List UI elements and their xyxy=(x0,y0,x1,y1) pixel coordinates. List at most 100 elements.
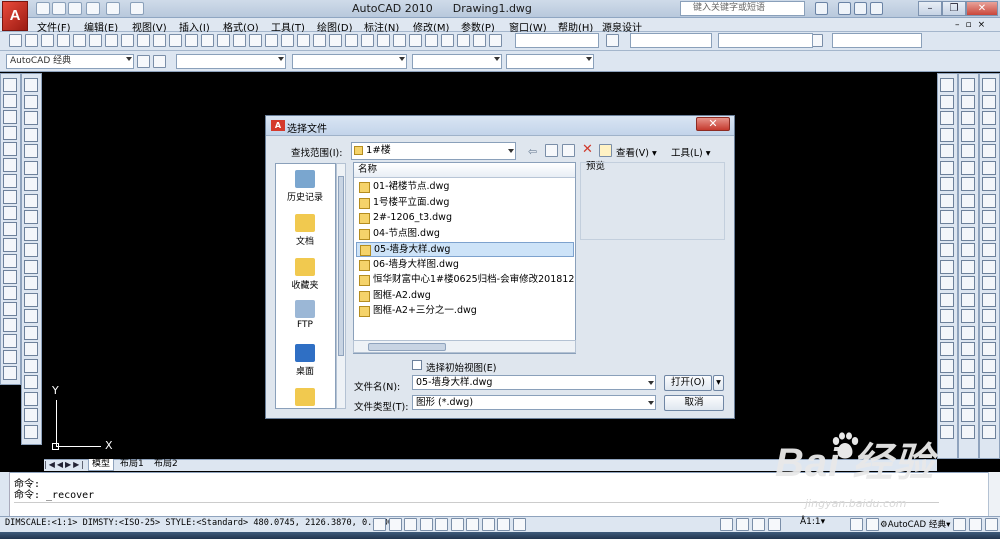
properties-tool-icon[interactable] xyxy=(982,358,996,373)
tab-model[interactable]: 模型 xyxy=(88,459,115,471)
layer-select[interactable] xyxy=(176,54,286,69)
up-folder-icon[interactable] xyxy=(545,144,558,157)
snap-tool-icon[interactable] xyxy=(961,342,975,356)
standard-tool-icon[interactable] xyxy=(201,34,214,47)
redo-icon[interactable] xyxy=(106,2,120,15)
draw-tool-icon[interactable] xyxy=(3,334,17,348)
standard-tool-icon[interactable] xyxy=(57,34,70,47)
dimension-tool-icon[interactable] xyxy=(940,78,954,92)
modify-tool-icon[interactable] xyxy=(24,78,38,92)
drafting-toggle-icon[interactable] xyxy=(466,518,479,531)
standard-tool-icon[interactable] xyxy=(441,34,454,47)
file-row[interactable]: 1号楼平立面.dwg xyxy=(356,196,574,211)
style-select[interactable] xyxy=(515,33,599,48)
draw-tool-icon[interactable] xyxy=(3,126,17,140)
snap-tool-icon[interactable] xyxy=(961,193,975,208)
tools-menu[interactable]: 工具(L) ▾ xyxy=(671,145,711,159)
draw-tool-icon[interactable] xyxy=(3,254,17,268)
snap-tool-icon[interactable] xyxy=(961,276,975,290)
pan-icon[interactable] xyxy=(752,518,765,531)
snap-tool-icon[interactable] xyxy=(961,309,975,323)
snap-tool-icon[interactable] xyxy=(961,177,975,191)
draw-tool-icon[interactable] xyxy=(3,142,17,156)
help-icon[interactable] xyxy=(870,2,883,15)
snap-tool-icon[interactable] xyxy=(961,424,975,439)
new-folder-icon[interactable] xyxy=(599,144,612,157)
back-icon[interactable]: ⇦ xyxy=(528,145,537,158)
dialog-title-bar[interactable] xyxy=(266,116,734,136)
modify-tool-icon[interactable] xyxy=(24,226,38,241)
modify-tool-icon[interactable] xyxy=(24,375,38,389)
dimension-tool-icon[interactable] xyxy=(940,292,954,307)
drafting-toggle-icon[interactable] xyxy=(404,518,417,531)
properties-tool-icon[interactable] xyxy=(982,243,996,257)
linetype-select[interactable] xyxy=(412,54,502,69)
dimension-tool-icon[interactable] xyxy=(940,193,954,208)
properties-tool-icon[interactable] xyxy=(982,342,996,356)
draw-tool-icon[interactable] xyxy=(3,350,17,364)
snap-tool-icon[interactable] xyxy=(961,127,975,142)
command-scrollbar[interactable] xyxy=(988,472,1000,516)
draw-tool-icon[interactable] xyxy=(3,110,17,124)
dimension-tool-icon[interactable] xyxy=(940,111,954,125)
snap-tool-icon[interactable] xyxy=(961,111,975,125)
places-more[interactable] xyxy=(276,388,334,408)
search-input[interactable]: 键入关键字或短语 xyxy=(680,1,805,16)
dimension-tool-icon[interactable] xyxy=(940,408,954,422)
open-file-icon[interactable] xyxy=(52,2,66,15)
draw-tool-icon[interactable] xyxy=(3,318,17,332)
dimension-tool-icon[interactable] xyxy=(940,391,954,406)
properties-tool-icon[interactable] xyxy=(982,94,996,109)
dimension-tool-icon[interactable] xyxy=(940,276,954,290)
open-button[interactable]: 打开(O) xyxy=(664,375,712,391)
snap-tool-icon[interactable] xyxy=(961,259,975,274)
application-menu-button[interactable]: A xyxy=(2,1,28,31)
modify-tool-icon[interactable] xyxy=(24,292,38,307)
properties-tool-icon[interactable] xyxy=(982,193,996,208)
places-desktop[interactable]: 桌面 xyxy=(276,344,334,377)
modify-tool-icon[interactable] xyxy=(24,309,38,323)
snap-tool-icon[interactable] xyxy=(961,375,975,389)
standard-tool-icon[interactable] xyxy=(121,34,134,47)
standard-tool-icon[interactable] xyxy=(25,34,38,47)
dimension-tool-icon[interactable] xyxy=(940,177,954,191)
draw-tool-icon[interactable] xyxy=(3,286,17,300)
standard-tool-icon[interactable] xyxy=(73,34,86,47)
dimension-tool-icon[interactable] xyxy=(940,342,954,356)
standard-tool-icon[interactable] xyxy=(473,34,486,47)
standard-tool-icon[interactable] xyxy=(329,34,342,47)
modify-tool-icon[interactable] xyxy=(24,276,38,290)
draw-tool-icon[interactable] xyxy=(3,302,17,316)
modify-tool-icon[interactable] xyxy=(24,193,38,208)
standard-tool-icon[interactable] xyxy=(377,34,390,47)
properties-tool-icon[interactable] xyxy=(982,375,996,389)
draw-tool-icon[interactable] xyxy=(3,222,17,236)
file-list-hscrollbar[interactable] xyxy=(353,340,576,353)
drafting-toggle-icon[interactable] xyxy=(450,518,464,531)
standard-tool-icon[interactable] xyxy=(297,34,310,47)
snap-tool-icon[interactable] xyxy=(961,160,975,175)
draw-tool-icon[interactable] xyxy=(3,94,17,108)
doc-window-controls[interactable]: –▫× xyxy=(955,20,995,30)
properties-tool-icon[interactable] xyxy=(982,111,996,125)
modify-tool-icon[interactable] xyxy=(24,342,38,356)
properties-tool-icon[interactable] xyxy=(982,226,996,241)
standard-tool-icon[interactable] xyxy=(217,34,230,47)
dimension-tool-icon[interactable] xyxy=(940,424,954,439)
file-row[interactable]: 图框-A2.dwg xyxy=(356,289,574,304)
draw-tool-icon[interactable] xyxy=(3,270,17,284)
places-favorites[interactable]: 收藏夹 xyxy=(276,258,334,291)
new-file-icon[interactable] xyxy=(36,2,50,15)
clean-screen-icon[interactable] xyxy=(985,518,998,531)
properties-tool-icon[interactable] xyxy=(982,177,996,191)
places-history[interactable]: 历史记录 xyxy=(276,170,334,203)
properties-tool-icon[interactable] xyxy=(982,259,996,274)
snap-tool-icon[interactable] xyxy=(961,78,975,92)
places-ftp[interactable]: FTP xyxy=(276,300,334,330)
properties-tool-icon[interactable] xyxy=(982,325,996,340)
snap-tool-icon[interactable] xyxy=(961,292,975,307)
tab-nav-arrows[interactable]: |◀◀▶▶| xyxy=(44,460,86,469)
modify-tool-icon[interactable] xyxy=(24,160,38,175)
modify-tool-icon[interactable] xyxy=(24,94,38,109)
customize-icon[interactable] xyxy=(153,55,166,68)
